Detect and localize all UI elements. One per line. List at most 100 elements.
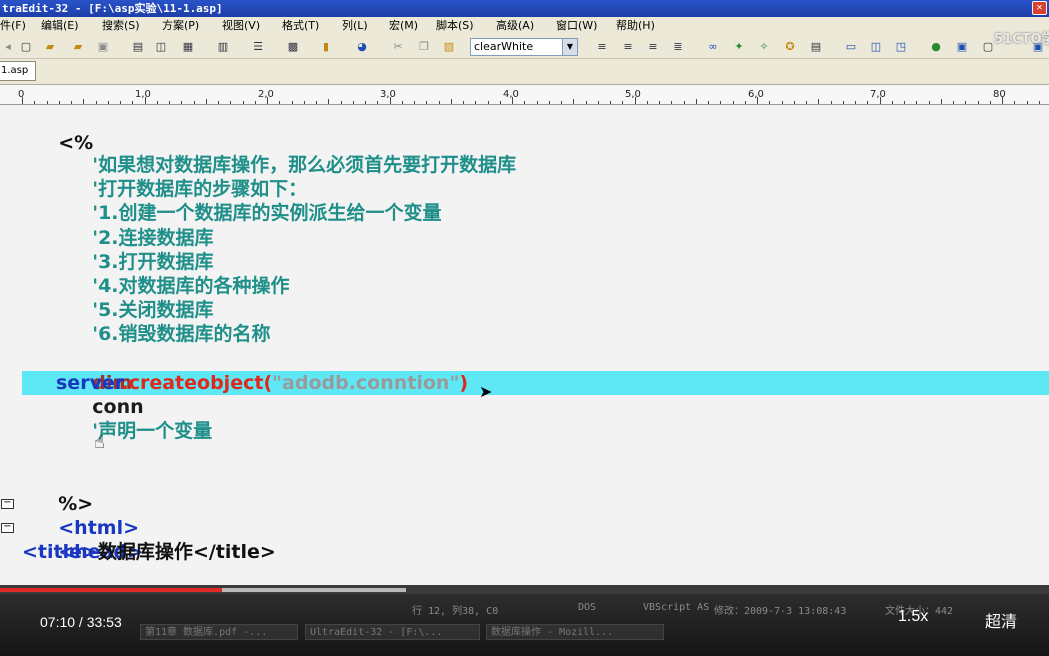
code-editor[interactable]: <% '如果想对数据库操作，那么必须首先要打开数据库 '打开数据库的步骤如下： … — [0, 105, 1049, 585]
ruler-tick — [365, 101, 366, 104]
ruler-tick — [107, 101, 109, 104]
close-window-button[interactable]: ✕ — [1032, 1, 1047, 15]
save-icon[interactable]: ▣ — [95, 39, 111, 55]
ruler-tick — [646, 101, 648, 104]
browser-icon[interactable]: ◕ — [354, 39, 370, 55]
ruler-tick — [205, 99, 207, 104]
open-paren: ( — [263, 372, 273, 394]
progress-played — [0, 588, 222, 592]
menu-window[interactable]: 窗口(W) — [556, 17, 597, 35]
ruler-tick — [83, 99, 85, 104]
paste-icon[interactable]: ▨ — [441, 39, 457, 55]
binoculars-icon[interactable]: ∞ — [705, 39, 721, 55]
open-folder-icon[interactable]: ▰ — [42, 39, 58, 55]
goto-icon[interactable]: ✪ — [782, 39, 798, 55]
ruler-tick — [977, 101, 979, 104]
ruler-tick — [34, 101, 36, 104]
menu-project[interactable]: 方案(P) — [162, 17, 199, 35]
code-line: '2.连接数据库 — [56, 202, 213, 249]
find-next-icon[interactable]: ✦ — [731, 39, 747, 55]
ruler-tick — [156, 101, 158, 104]
ruler-tick — [316, 101, 317, 104]
display-icon[interactable]: ▣ — [954, 39, 970, 55]
language-mode: VBScript AS — [643, 602, 710, 613]
line-ending: DOS — [578, 602, 597, 613]
ruler-tick — [548, 101, 550, 104]
replace-icon[interactable]: ✧ — [756, 39, 772, 55]
string-literal: "adodb.conntion" — [272, 372, 460, 394]
ruler-tick — [536, 101, 538, 104]
ruler-label: 2,0 — [258, 89, 274, 100]
code-line: %> — [22, 468, 93, 515]
comment-text: '6.销毁数据库的名称 — [92, 323, 271, 345]
menu-advanced[interactable]: 高级(A) — [496, 17, 534, 35]
ruler: 0 1,0 2,0 3,0 4,0 5,0 6,0 7,0 80 — [0, 85, 1049, 105]
ruler-tick — [818, 99, 820, 104]
modified-time: 修改：2009-7-3 13:08:43 — [714, 606, 847, 617]
ruler-tick — [242, 101, 244, 104]
video-progress-bar[interactable] — [0, 585, 1049, 594]
menu-macro[interactable]: 宏(M) — [389, 17, 418, 35]
ruler-tick — [254, 101, 256, 104]
ruler-tick — [524, 101, 526, 104]
ruler-tick — [757, 97, 758, 104]
ruler-tick — [181, 101, 183, 104]
ruler-tick — [230, 101, 232, 104]
new-file-icon[interactable]: ▢ — [18, 39, 34, 55]
taskbar-item-browser[interactable]: 数据库操作 - Mozill... — [486, 624, 664, 640]
ruler-tick — [928, 101, 930, 104]
tab-file[interactable]: 1.asp — [0, 61, 36, 81]
ruler-tick — [769, 101, 771, 104]
folder-icon[interactable]: ▰ — [70, 39, 86, 55]
ruler-tick — [891, 101, 893, 104]
title-close-tag: </title> — [192, 541, 276, 563]
watermark-logo: 51CTO学 — [994, 32, 1049, 47]
print-two-icon[interactable]: ▤ — [808, 39, 824, 55]
align-left-icon[interactable]: ≡ — [594, 39, 610, 55]
menu-view[interactable]: 视图(V) — [222, 17, 260, 35]
align-center-icon[interactable]: ≡ — [620, 39, 636, 55]
ruler-tick — [1002, 97, 1003, 104]
print-preview-icon[interactable]: ◫ — [153, 39, 169, 55]
wrap-icon[interactable]: ☰ — [250, 39, 266, 55]
print-icon[interactable]: ▤ — [130, 39, 146, 55]
menu-search[interactable]: 搜索(S) — [102, 17, 140, 35]
ruler-tick — [46, 101, 48, 104]
window-icon[interactable]: ▭ — [843, 39, 859, 55]
web-icon[interactable]: ● — [928, 39, 944, 55]
justify-icon[interactable]: ≣ — [670, 39, 686, 55]
ruler-tick — [622, 101, 624, 104]
method-name: createobject — [128, 372, 264, 394]
taskbar-item-pdf[interactable]: 第11章 数据库.pdf -... — [140, 624, 298, 640]
cursor-position: 行 12, 列38, C0 — [412, 606, 499, 617]
menu-script[interactable]: 脚本(S) — [436, 17, 474, 35]
theme-select[interactable]: clearWhite ▼ — [470, 38, 578, 56]
column-icon[interactable]: ▮ — [318, 39, 334, 55]
ruler-tick — [132, 101, 134, 104]
menu-file[interactable]: 件(F) — [0, 17, 26, 35]
fold-collapse-icon[interactable]: − — [1, 522, 14, 533]
hex-icon[interactable]: ▩ — [285, 39, 301, 55]
back-icon[interactable]: ◂ — [0, 39, 16, 55]
menu-edit[interactable]: 编辑(E) — [41, 17, 79, 35]
video-control-bar: 行 12, 列38, C0 DOS VBScript AS 修改：2009-7-… — [0, 594, 1049, 656]
close-paren: ) — [459, 372, 469, 394]
menu-format[interactable]: 格式(T) — [282, 17, 319, 35]
split-icon[interactable]: ◫ — [868, 39, 884, 55]
chevron-down-icon[interactable]: ▼ — [562, 39, 577, 55]
taskbar-item-ultraedit[interactable]: UltraEdit-32 - [F:\... — [305, 624, 480, 640]
code-line: '6.销毁数据库的名称 — [56, 298, 270, 345]
menu-help[interactable]: 帮助(H) — [616, 17, 655, 35]
ruler-tick — [708, 101, 709, 104]
tile-icon[interactable]: ◳ — [893, 39, 909, 55]
ruler-tick — [352, 101, 354, 104]
fold-collapse-icon[interactable]: − — [1, 498, 14, 509]
menu-column[interactable]: 列(L) — [342, 17, 368, 35]
copy-file-icon[interactable]: ▥ — [215, 39, 231, 55]
ruler-tick — [389, 97, 391, 104]
copy-icon[interactable]: ❐ — [416, 39, 432, 55]
cut-icon[interactable]: ✂ — [390, 39, 406, 55]
code-line: '3.打开数据库 — [56, 226, 213, 273]
find-icon[interactable]: ▦ — [180, 39, 196, 55]
align-right-icon[interactable]: ≡ — [645, 39, 661, 55]
